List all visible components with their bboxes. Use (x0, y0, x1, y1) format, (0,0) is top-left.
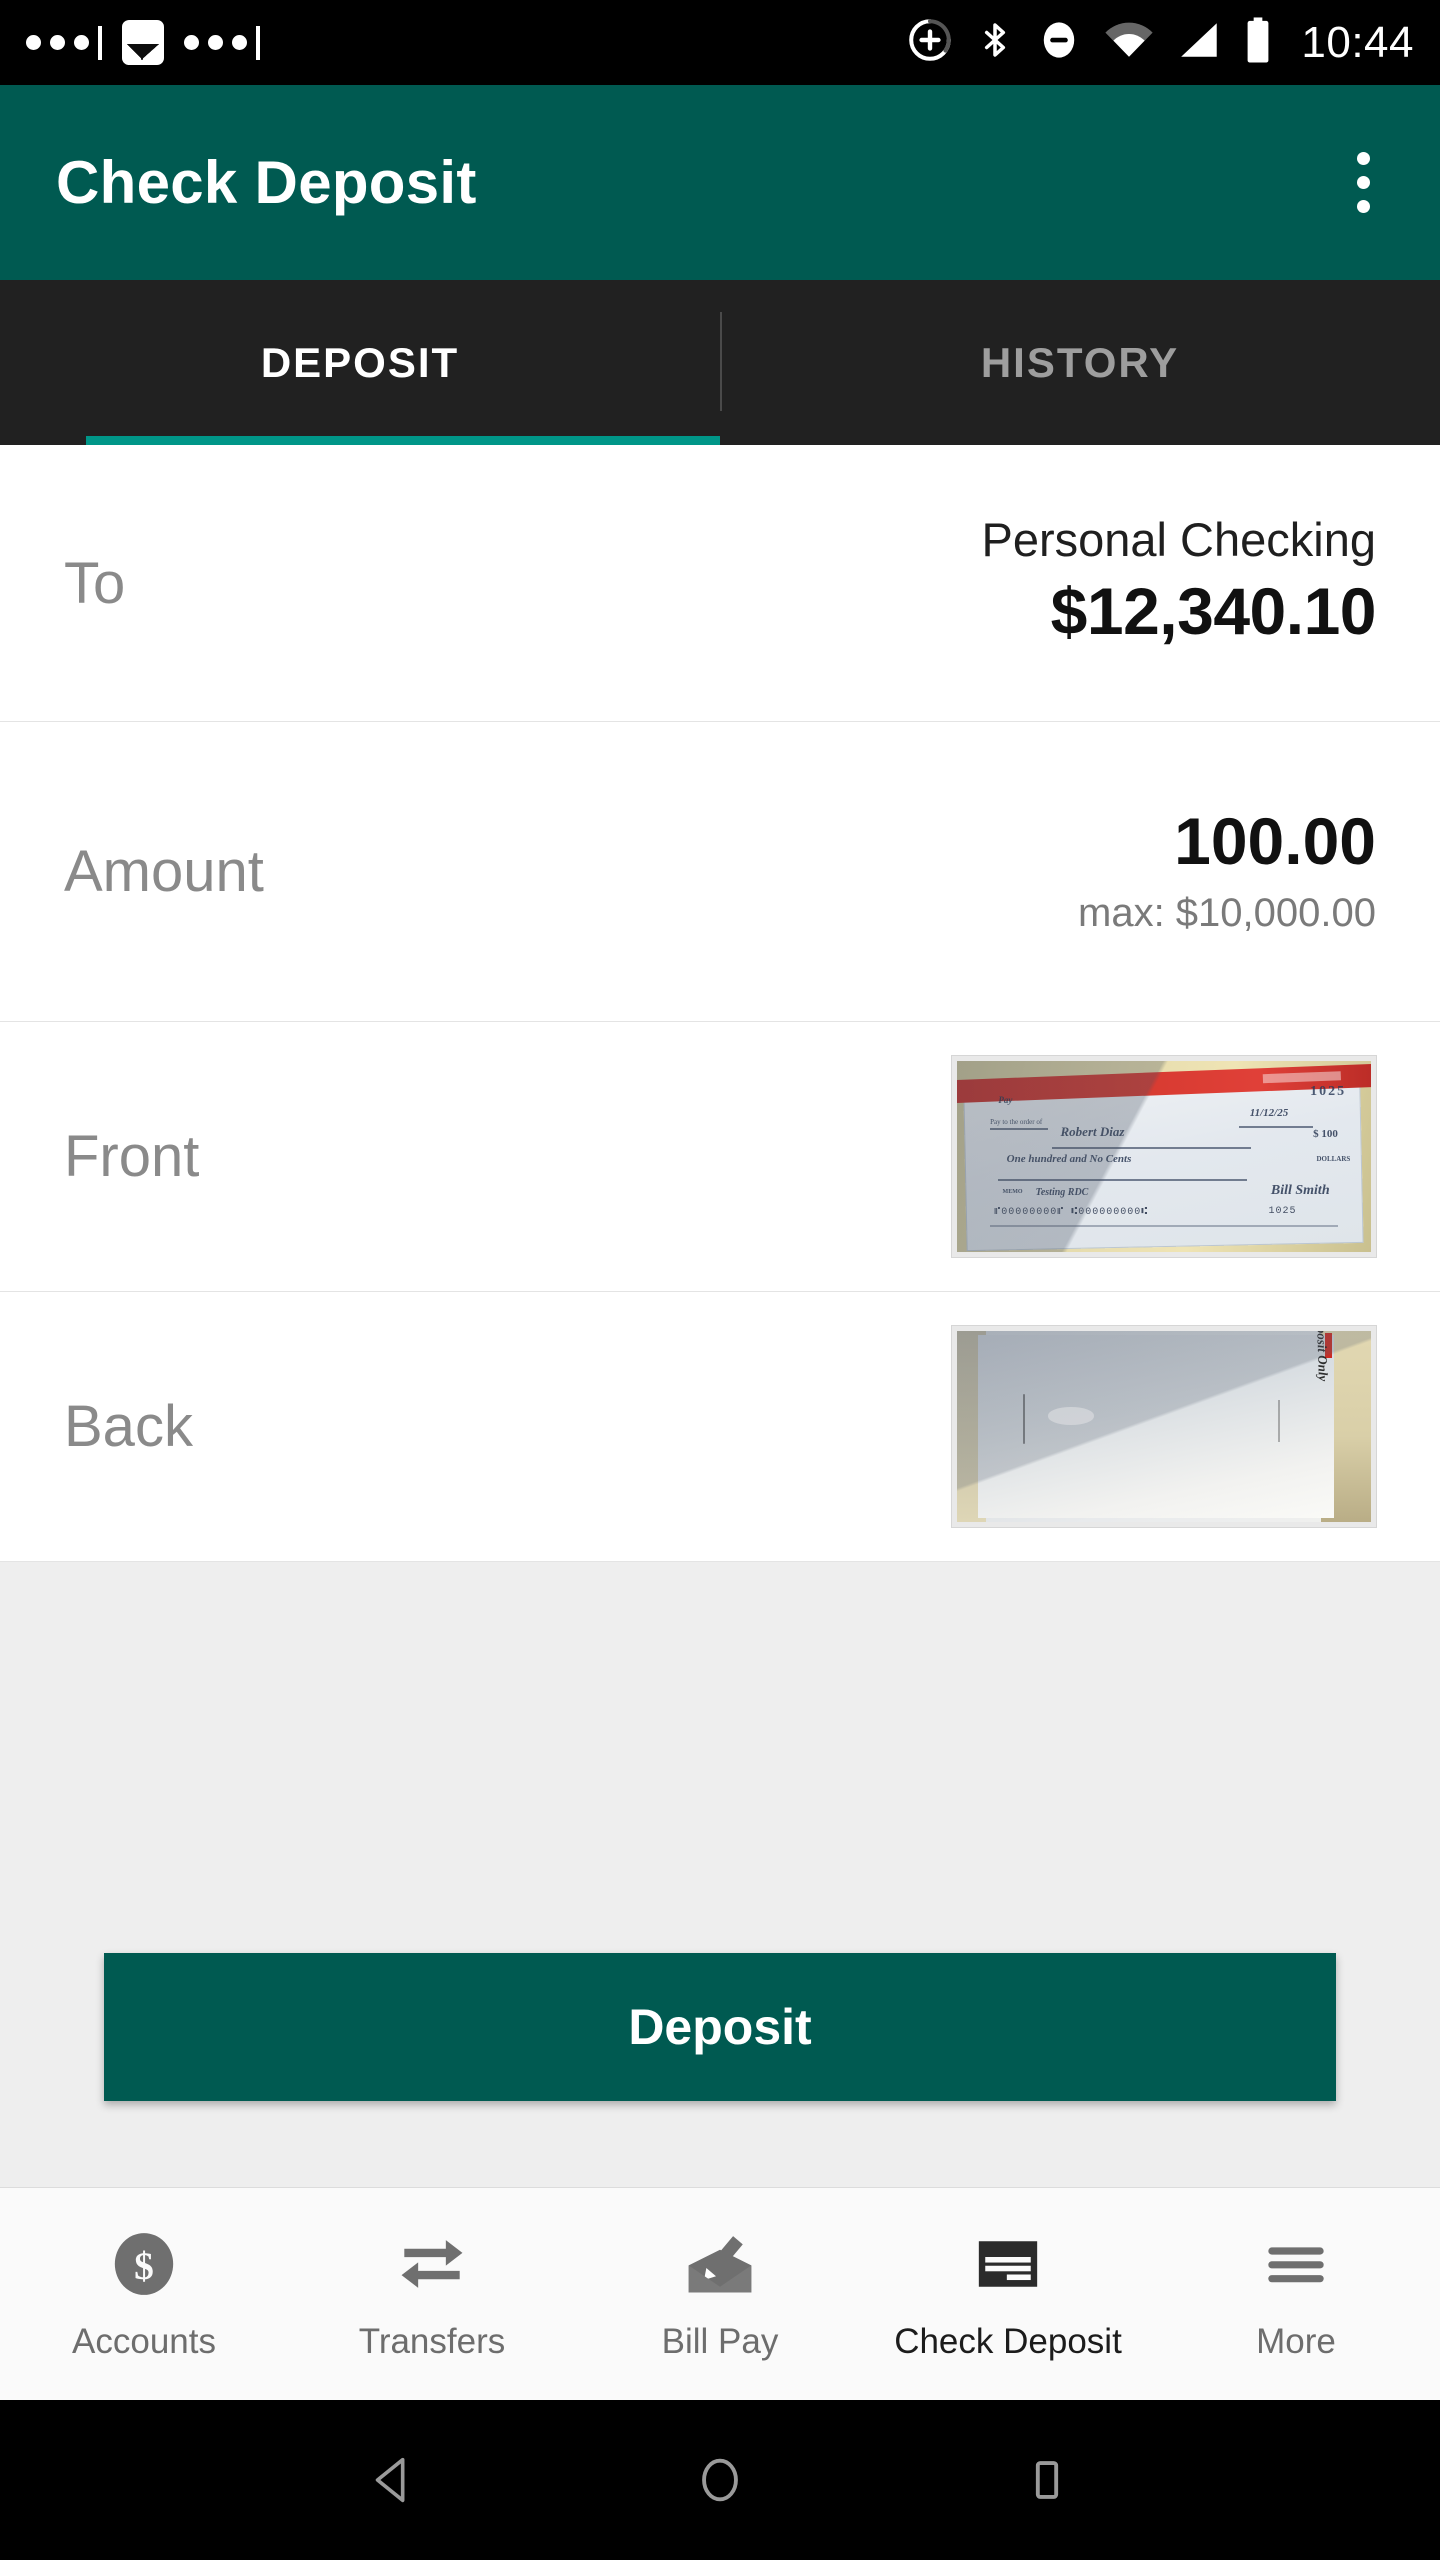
row-front-label: Front (64, 1124, 200, 1189)
tab-history-label: HISTORY (980, 338, 1180, 386)
page-title: Check Deposit (56, 149, 477, 216)
amount-input-value[interactable]: 100.00 (1174, 800, 1376, 883)
triangle-back-icon[interactable] (362, 2449, 424, 2511)
battery-icon (1245, 16, 1271, 69)
account-name: Personal Checking (981, 512, 1377, 566)
front-check-photo: 1025 Pay Pay to the order of Robert Diaz… (957, 1061, 1371, 1252)
deposit-button[interactable]: Deposit (104, 1953, 1336, 2101)
square-recents-icon[interactable] (1016, 2449, 1078, 2511)
phone-screen: 10:44 Check Deposit DEPOSIT HISTORY To P… (0, 0, 1440, 2560)
bluetooth-icon (975, 17, 1015, 68)
row-amount-value: 100.00 max: $10,000.00 (1078, 800, 1376, 943)
status-bar: 10:44 (0, 0, 1440, 85)
content-spacer (0, 1562, 1440, 1953)
cell-signal-icon (1177, 17, 1223, 68)
svg-text:$: $ (134, 2244, 154, 2288)
transfer-arrows-icon (396, 2226, 468, 2302)
image-icon (122, 20, 164, 65)
three-dots-icon (184, 35, 247, 50)
tab-deposit[interactable]: DEPOSIT (0, 280, 720, 445)
tab-deposit-label: DEPOSIT (260, 338, 460, 386)
amount-max-hint: max: $10,000.00 (1078, 890, 1376, 935)
deposit-form: To Personal Checking $12,340.10 Amount 1… (0, 445, 1440, 2187)
envelope-pen-icon (683, 2226, 757, 2302)
nav-label-bill-pay: Bill Pay (661, 2322, 779, 2361)
front-signature: Bill Smith (1270, 1183, 1330, 1199)
row-to-account[interactable]: To Personal Checking $12,340.10 (0, 445, 1440, 722)
check-lines-icon (973, 2226, 1043, 2302)
nav-label-accounts: Accounts (72, 2322, 216, 2361)
row-back-image[interactable]: Back For Mobile Deposit Only (0, 1292, 1440, 1562)
front-written-amount: One hundred and No Cents (1006, 1152, 1132, 1165)
front-check-number: 1025 (1310, 1083, 1347, 1099)
nav-label-more: More (1256, 2322, 1336, 2361)
row-front-image[interactable]: Front 1025 Pay Pay to the order of Rober… (0, 1022, 1440, 1292)
tab-active-indicator (86, 436, 720, 445)
tab-bar: DEPOSIT HISTORY (0, 280, 1440, 445)
primary-action-area: Deposit (0, 1953, 1440, 2187)
nav-item-check-deposit[interactable]: Check Deposit (864, 2226, 1152, 2362)
add-circle-icon (907, 17, 953, 68)
status-bar-right: 10:44 (907, 16, 1414, 69)
app-bar: Check Deposit (0, 85, 1440, 280)
front-memo: Testing RDC (1035, 1187, 1089, 1199)
front-numeric-amount: $ 100 (1313, 1127, 1338, 1140)
wifi-icon (1103, 17, 1155, 68)
nav-label-transfers: Transfers (358, 2322, 506, 2361)
nav-label-check-deposit: Check Deposit (894, 2322, 1122, 2361)
row-amount[interactable]: Amount 100.00 max: $10,000.00 (0, 722, 1440, 1022)
dollar-circle-icon: $ (109, 2226, 179, 2302)
front-check-thumbnail[interactable]: 1025 Pay Pay to the order of Robert Diaz… (952, 1056, 1376, 1257)
hamburger-icon (1260, 2226, 1332, 2302)
back-check-photo: For Mobile Deposit Only (957, 1331, 1371, 1522)
bottom-navigation: $ Accounts Transfers Bill Pay Check Depo… (0, 2187, 1440, 2400)
overflow-menu-icon[interactable] (1339, 138, 1388, 227)
status-divider-icon (98, 25, 102, 60)
status-divider-icon (256, 25, 260, 60)
nav-item-more[interactable]: More (1152, 2226, 1440, 2362)
back-check-thumbnail[interactable]: For Mobile Deposit Only (952, 1326, 1376, 1527)
nav-item-transfers[interactable]: Transfers (288, 2226, 576, 2362)
row-amount-label: Amount (64, 839, 264, 904)
front-micr-line: ⑈00000000⑈ ⑆000000000⑆ (994, 1207, 1149, 1219)
row-to-label: To (64, 550, 126, 616)
nav-item-accounts[interactable]: $ Accounts (0, 2226, 288, 2362)
three-dots-icon (26, 35, 89, 50)
row-to-value: Personal Checking $12,340.10 (982, 511, 1377, 656)
row-back-label: Back (64, 1394, 193, 1459)
front-date: 11/12/25 (1249, 1106, 1289, 1119)
android-navigation-bar (0, 2400, 1440, 2560)
circle-home-icon[interactable] (689, 2449, 751, 2511)
status-bar-left (26, 20, 280, 65)
tab-history[interactable]: HISTORY (720, 280, 1440, 445)
front-payee: Robert Diaz (1060, 1124, 1125, 1140)
do-not-disturb-icon (1037, 17, 1081, 68)
account-balance: $12,340.10 (1050, 574, 1377, 649)
nav-item-bill-pay[interactable]: Bill Pay (576, 2226, 864, 2362)
status-bar-clock: 10:44 (1301, 17, 1414, 67)
